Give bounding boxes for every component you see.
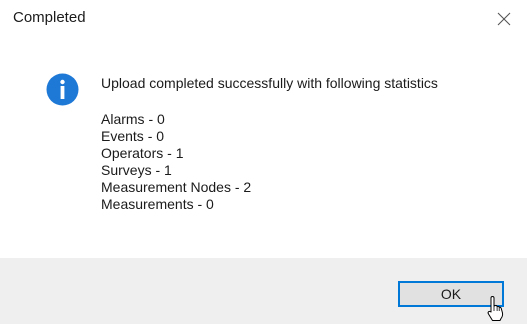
completed-dialog: Completed Upload completed successfully …	[0, 0, 527, 324]
stat-measurement-nodes: Measurement Nodes - 2	[101, 179, 252, 195]
stats-list: Alarms - 0 Events - 0 Operators - 1 Surv…	[101, 111, 251, 213]
close-button[interactable]	[481, 0, 527, 38]
info-icon	[46, 73, 79, 106]
pointer-hand-icon	[487, 296, 504, 321]
stat-surveys: Surveys - 1	[101, 162, 172, 178]
stat-alarms: Alarms - 0	[101, 111, 165, 127]
stat-events: Events - 0	[101, 128, 165, 144]
window-title: Completed	[13, 9, 86, 26]
button-bar: OK	[0, 258, 527, 324]
title-bar: Completed	[0, 0, 527, 40]
stat-operators: Operators - 1	[101, 145, 184, 161]
stat-measurements: Measurements - 0	[101, 196, 214, 212]
dialog-content: Upload completed successfully with follo…	[0, 40, 527, 258]
message-text: Upload completed successfully with follo…	[101, 75, 438, 91]
close-icon	[497, 12, 511, 26]
